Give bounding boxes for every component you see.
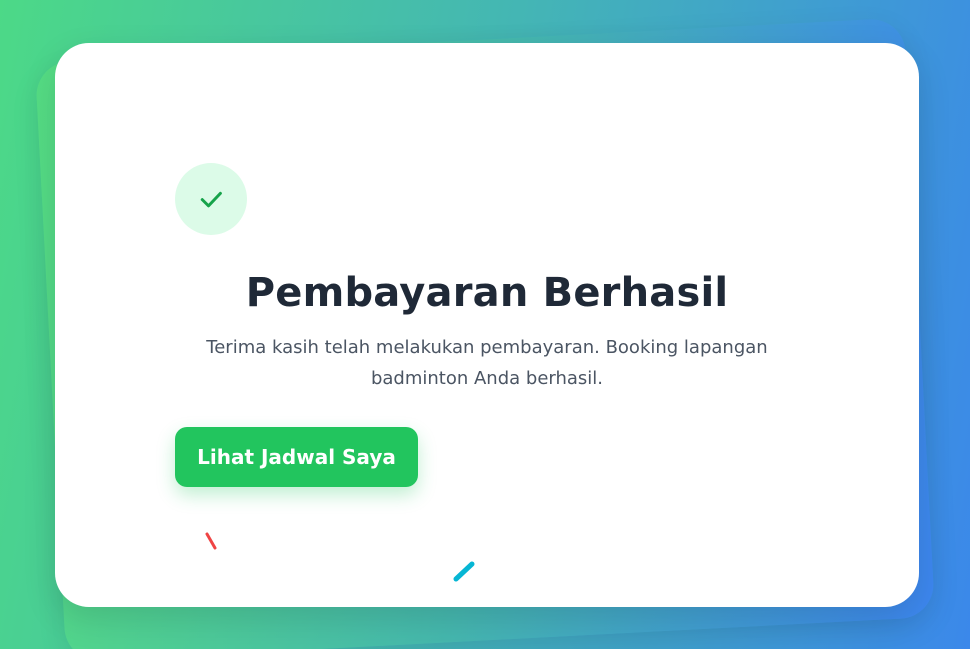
view-schedule-button[interactable]: Lihat Jadwal Saya [175,427,418,487]
confetti-cyan [453,561,475,582]
success-icon-circle [175,163,247,235]
check-icon [200,191,222,208]
success-message: Terima kasih telah melakukan pembayaran.… [206,337,768,389]
payment-success-card: Pembayaran Berhasil Terima kasih telah m… [55,43,919,607]
page-title: Pembayaran Berhasil [245,270,729,316]
confetti-red [205,532,217,550]
